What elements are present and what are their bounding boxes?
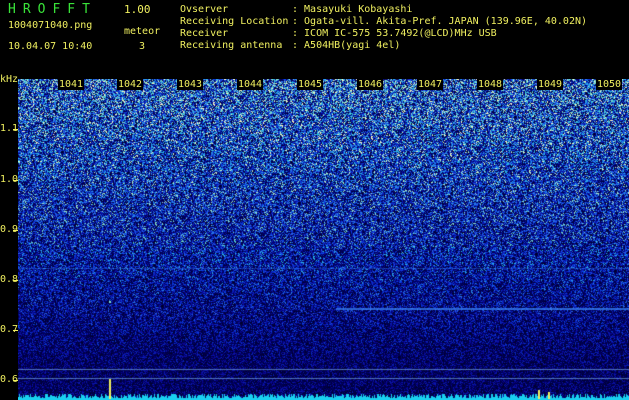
x-tick-label: 1043	[177, 79, 204, 90]
info-key-location: Receiving Location	[180, 16, 289, 27]
y-tick-mark	[13, 280, 18, 281]
info-key-receiver: Receiver	[180, 28, 229, 39]
info-value-observer: : Masayuki Kobayashi	[292, 4, 413, 15]
y-tick-mark	[13, 230, 18, 231]
y-axis-unit: kHz	[0, 74, 19, 85]
x-tick-label: 1047	[417, 79, 444, 90]
y-tick-mark	[13, 380, 18, 381]
x-tick-label: 1042	[117, 79, 144, 90]
x-tick-label: 1050	[596, 79, 623, 90]
info-value-antenna: : A504HB(yagi 4el)	[292, 40, 401, 51]
x-tick-label: 1048	[477, 79, 504, 90]
meteor-count: 3	[139, 41, 146, 52]
capture-datetime: 10.04.07 10:40	[8, 41, 93, 52]
info-key-antenna: Receiving antenna	[180, 40, 283, 51]
x-tick-label: 1046	[357, 79, 384, 90]
y-tick-mark	[13, 129, 18, 130]
x-tick-label: 1044	[237, 79, 264, 90]
x-tick-label: 1045	[297, 79, 324, 90]
x-tick-label: 1049	[537, 79, 564, 90]
x-tick-label: 1041	[58, 79, 85, 90]
app-version: 1.00	[124, 3, 151, 16]
meteor-label: meteor	[124, 26, 161, 37]
info-value-location: : Ogata-vill. Akita-Pref. JAPAN (139.96E…	[292, 16, 588, 27]
y-tick-mark	[13, 180, 18, 181]
info-value-receiver: : ICOM IC-575 53.7492(@LCD)MHz USB	[292, 28, 497, 39]
spectrogram-waterfall	[18, 79, 629, 400]
app-title: HROFFT	[8, 2, 97, 17]
hrofft-screen: HROFFT 1.00 1004071040.png 10.04.07 10:4…	[0, 0, 629, 400]
file-name: 1004071040.png	[8, 20, 93, 31]
y-tick-mark	[13, 330, 18, 331]
info-key-observer: Ovserver	[180, 4, 229, 15]
